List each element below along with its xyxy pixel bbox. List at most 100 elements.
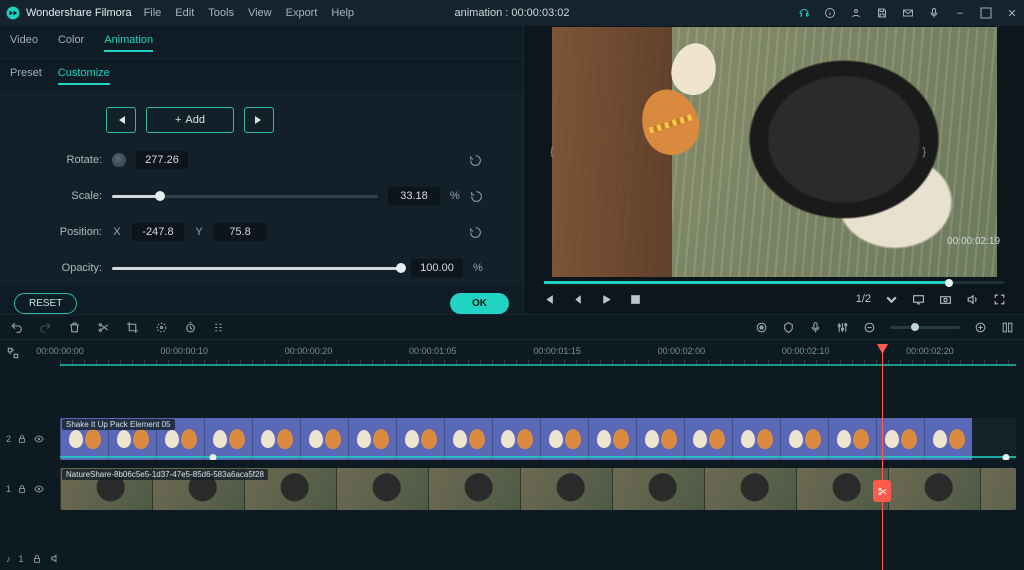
property-tabs: Video Color Animation xyxy=(0,26,523,59)
window-maximize[interactable] xyxy=(980,7,992,19)
rotate-knob[interactable] xyxy=(112,153,126,167)
split-icon[interactable] xyxy=(97,321,110,334)
position-row: Position: X Y xyxy=(16,223,507,241)
stop-icon[interactable] xyxy=(629,293,642,306)
add-keyframe-button[interactable]: +Add xyxy=(146,107,234,133)
opacity-input[interactable] xyxy=(411,259,463,277)
snapshot-icon[interactable] xyxy=(939,293,952,306)
preview-panel: { } 00:00:02:19 1/2 xyxy=(524,26,1024,314)
track-1-id: 1 xyxy=(6,484,11,494)
voiceover-icon[interactable] xyxy=(809,321,822,334)
prev-keyframe-button[interactable] xyxy=(106,107,136,133)
lock-icon[interactable] xyxy=(17,434,27,444)
redo-icon[interactable] xyxy=(39,321,52,334)
track-2[interactable]: Shake It Up Pack Element 05 xyxy=(60,418,1016,460)
ruler-tick: 00:00:02:10 xyxy=(782,346,830,356)
frame-back-icon[interactable] xyxy=(571,293,584,306)
preview-next-marker[interactable]: } xyxy=(902,146,948,158)
position-reset-icon[interactable] xyxy=(469,226,483,239)
snap-icon[interactable] xyxy=(6,346,20,360)
menu-help[interactable]: Help xyxy=(331,7,354,19)
position-x-input[interactable] xyxy=(132,223,184,241)
account-icon[interactable] xyxy=(850,7,862,19)
tab-video[interactable]: Video xyxy=(10,34,38,52)
record-icon[interactable] xyxy=(755,321,768,334)
eye-icon[interactable] xyxy=(33,434,45,444)
position-y-input[interactable] xyxy=(214,223,266,241)
menu-export[interactable]: Export xyxy=(286,7,318,19)
mail-icon[interactable] xyxy=(902,7,914,19)
keyframe-line xyxy=(60,456,1016,458)
speed-icon[interactable] xyxy=(155,321,168,334)
scale-label: Scale: xyxy=(46,190,102,202)
keyframe-dot[interactable] xyxy=(209,454,216,460)
tab-animation[interactable]: Animation xyxy=(104,34,153,52)
preview-scrubber[interactable] xyxy=(544,281,1004,284)
track-2-clip[interactable]: Shake It Up Pack Element 05 xyxy=(60,418,1016,460)
scale-input[interactable] xyxy=(388,187,440,205)
marker-icon[interactable] xyxy=(782,321,795,334)
undo-icon[interactable] xyxy=(10,321,23,334)
lock-icon[interactable] xyxy=(32,554,42,564)
chevron-down-icon[interactable] xyxy=(885,293,898,306)
add-keyframe-label: Add xyxy=(185,114,205,126)
info-icon[interactable] xyxy=(824,7,836,19)
ruler-tick: 00:00:00:00 xyxy=(36,346,84,356)
speaker-icon[interactable] xyxy=(50,553,61,564)
reset-button[interactable]: RESET xyxy=(14,293,77,314)
mixer-icon[interactable] xyxy=(836,321,849,334)
app-logo-icon xyxy=(6,6,20,20)
subtab-customize[interactable]: Customize xyxy=(58,67,110,85)
save-icon[interactable] xyxy=(876,7,888,19)
scale-reset-icon[interactable] xyxy=(470,190,483,203)
preview-zoom-ratio[interactable]: 1/2 xyxy=(856,293,871,305)
playhead[interactable] xyxy=(882,344,883,570)
rotate-reset-icon[interactable] xyxy=(469,154,483,167)
zoom-fit-icon[interactable] xyxy=(1001,321,1014,334)
position-x-label: X xyxy=(112,226,122,238)
audio-track-head: ♪1 xyxy=(6,553,61,564)
ruler-tick: 00:00:00:10 xyxy=(160,346,208,356)
track-1-clip-label: NatureShare-8b06c5e5-1d37-47e5-85d6-583a… xyxy=(62,469,268,480)
ok-button[interactable]: OK xyxy=(450,293,509,314)
menu-file[interactable]: File xyxy=(144,7,162,19)
window-close[interactable]: ✕ xyxy=(1006,7,1018,19)
rotate-input[interactable] xyxy=(136,151,188,169)
step-back-icon[interactable] xyxy=(542,293,555,306)
scale-unit: % xyxy=(450,190,460,202)
zoom-slider[interactable] xyxy=(890,326,960,329)
ruler-tick: 00:00:01:15 xyxy=(533,346,581,356)
menu-tools[interactable]: Tools xyxy=(208,7,234,19)
menu-view[interactable]: View xyxy=(248,7,272,19)
tab-color[interactable]: Color xyxy=(58,34,84,52)
headset-icon[interactable] xyxy=(798,7,810,19)
ruler-tick: 00:00:02:20 xyxy=(906,346,954,356)
settings-icon[interactable] xyxy=(213,321,226,334)
zoom-in-icon[interactable] xyxy=(974,321,987,334)
play-icon[interactable] xyxy=(600,293,613,306)
title-bar: Wondershare Filmora File Edit Tools View… xyxy=(0,0,1024,26)
delete-icon[interactable] xyxy=(68,321,81,334)
window-minimize[interactable]: – xyxy=(954,7,966,19)
menu-edit[interactable]: Edit xyxy=(175,7,194,19)
crop-icon[interactable] xyxy=(126,321,139,334)
cut-indicator[interactable] xyxy=(873,480,891,502)
lock-icon[interactable] xyxy=(17,484,27,494)
fullscreen-icon[interactable] xyxy=(993,293,1006,306)
opacity-label: Opacity: xyxy=(46,262,102,274)
scale-slider[interactable] xyxy=(112,195,378,198)
zoom-out-icon[interactable] xyxy=(863,321,876,334)
subtab-preset[interactable]: Preset xyxy=(10,67,42,85)
eye-icon[interactable] xyxy=(33,484,45,494)
display-icon[interactable] xyxy=(912,293,925,306)
volume-icon[interactable] xyxy=(966,293,979,306)
rotate-label: Rotate: xyxy=(46,154,102,166)
next-keyframe-button[interactable] xyxy=(244,107,274,133)
keyframe-dot[interactable] xyxy=(1003,454,1010,460)
preview-prev-marker[interactable]: { xyxy=(530,146,576,158)
duration-icon[interactable] xyxy=(184,321,197,334)
opacity-slider[interactable] xyxy=(112,267,401,270)
document-title: animation : 00:00:03:02 xyxy=(455,7,570,19)
mic-icon[interactable] xyxy=(928,7,940,19)
audio-track-id: 1 xyxy=(19,554,24,564)
